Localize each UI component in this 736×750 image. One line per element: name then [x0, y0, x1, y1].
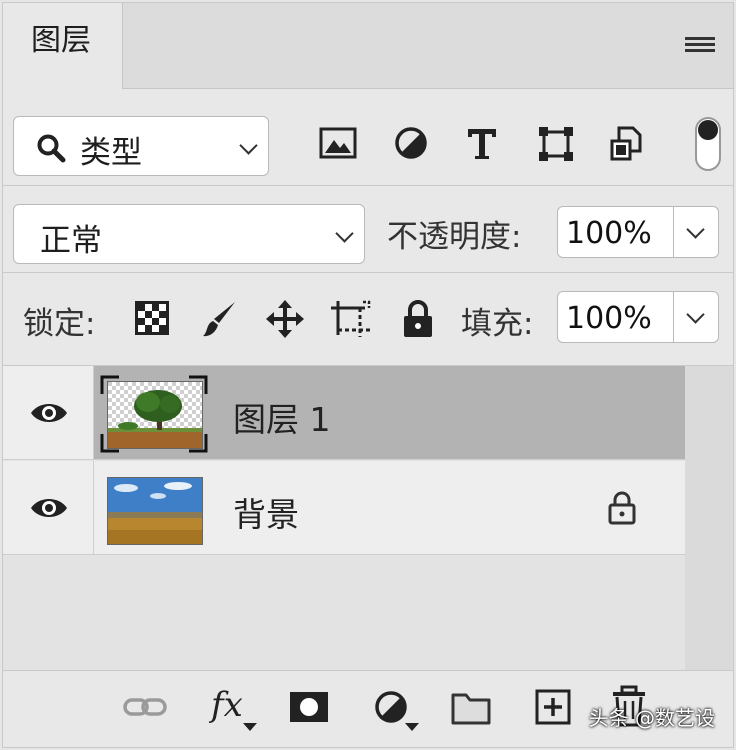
lock-label: 锁定:: [23, 306, 96, 342]
visibility-toggle[interactable]: [3, 366, 94, 459]
eye-icon: [31, 499, 67, 517]
kind-filter-dropdown[interactable]: 类型: [13, 116, 269, 176]
link-layers-icon[interactable]: [123, 695, 167, 719]
fill-dropdown-button[interactable]: [673, 292, 718, 342]
shape-filter-icon[interactable]: [537, 125, 575, 163]
fill-input[interactable]: [558, 292, 684, 342]
field-and-sky-thumbnail: [107, 477, 203, 545]
blend-row: 正常 不透明度:: [3, 186, 733, 272]
tree-on-transparent-thumbnail: [107, 381, 203, 449]
panel-tab-bar: 图层: [3, 3, 733, 89]
chevron-down-icon: [335, 224, 354, 243]
new-adjustment-icon[interactable]: [373, 689, 421, 733]
layer-name[interactable]: 图层 1: [233, 393, 331, 441]
blend-mode-dropdown[interactable]: 正常: [13, 204, 365, 264]
blend-mode-value: 正常: [40, 223, 102, 259]
search-icon: [37, 134, 66, 163]
layer-row[interactable]: 背景: [3, 461, 685, 555]
lock-image-pixels-icon[interactable]: [201, 299, 239, 339]
fill-field: [557, 291, 719, 343]
filter-row: 类型: [3, 89, 733, 185]
layer-row[interactable]: 图层 1: [3, 366, 685, 460]
lock-row: 锁定: 填充: 100%: [3, 273, 733, 365]
kind-filter-label: 类型: [80, 135, 142, 171]
lock-all-icon[interactable]: [401, 299, 435, 339]
panel-footer: fx 头条 @数艺设: [3, 670, 733, 747]
new-layer-icon[interactable]: [535, 689, 571, 725]
adjustment-filter-icon[interactable]: [393, 125, 429, 161]
caret-down-icon: [243, 723, 257, 731]
lock-transparent-pixels-icon[interactable]: [135, 301, 169, 335]
layer-name[interactable]: 背景: [233, 488, 299, 536]
type-filter-icon[interactable]: [465, 125, 499, 161]
opacity-field: [557, 206, 719, 258]
filter-toggle-icon[interactable]: [695, 117, 721, 171]
chevron-down-icon: [239, 136, 258, 155]
fx-icon[interactable]: fx: [209, 685, 259, 735]
layers-panel: 图层 类型 正常 不透明度: 100% 锁定: 填充: 100% 图层 1 背景…: [2, 2, 734, 748]
lock-artboard-icon[interactable]: [329, 299, 373, 339]
eye-icon: [31, 404, 67, 422]
layer-lock-icon[interactable]: [607, 491, 637, 525]
chevron-down-icon: [686, 220, 705, 239]
hamburger-menu-icon[interactable]: [685, 37, 715, 57]
add-mask-icon[interactable]: [289, 691, 329, 723]
scrollbar-track[interactable]: [685, 366, 733, 673]
fill-label: 填充:: [461, 306, 534, 342]
visibility-toggle[interactable]: [3, 461, 94, 554]
watermark-text: 头条 @数艺设: [588, 706, 715, 730]
tab-layers[interactable]: 图层: [3, 3, 123, 89]
fx-label: fx: [211, 685, 243, 725]
caret-down-icon: [405, 723, 419, 731]
smart-object-filter-icon[interactable]: [609, 125, 643, 163]
image-filter-icon[interactable]: [319, 127, 357, 159]
opacity-input[interactable]: [558, 207, 684, 257]
new-group-folder-icon[interactable]: [451, 691, 491, 725]
layer-list: 图层 1 背景: [3, 366, 733, 673]
opacity-dropdown-button[interactable]: [673, 207, 718, 257]
lock-position-icon[interactable]: [265, 299, 305, 339]
chevron-down-icon: [686, 305, 705, 324]
opacity-label: 不透明度:: [387, 219, 522, 255]
